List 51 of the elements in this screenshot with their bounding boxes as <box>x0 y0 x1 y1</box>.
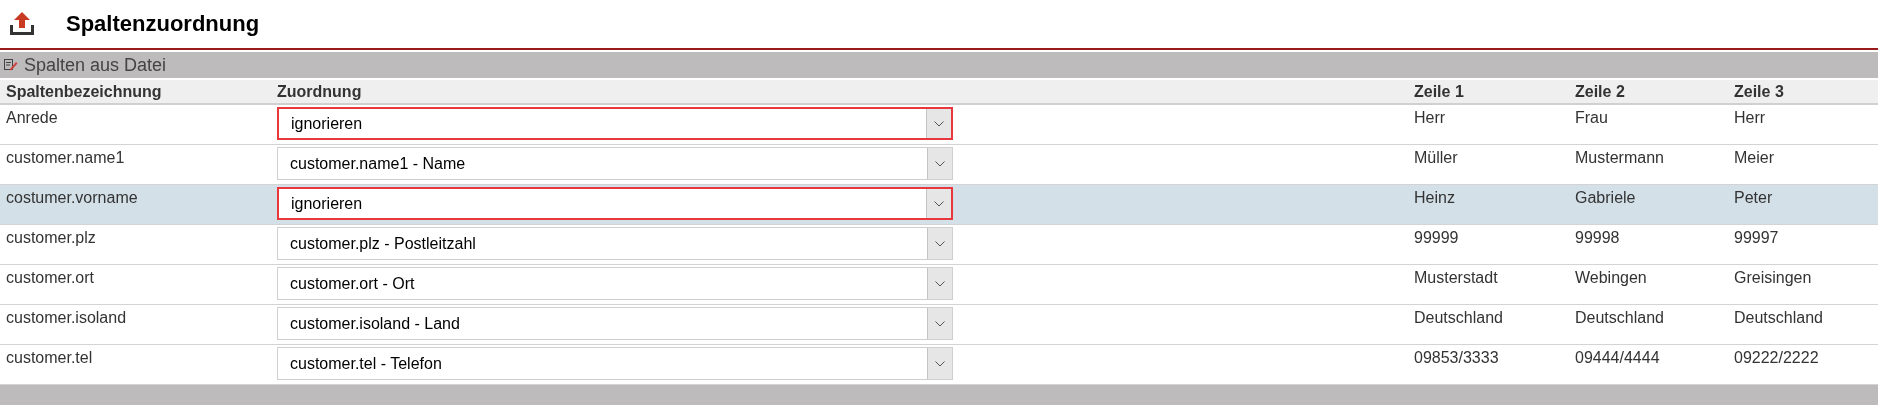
dropdown[interactable]: ignorieren <box>277 187 953 220</box>
table-cell: Greisingen <box>1734 269 1812 286</box>
table-cell: 99997 <box>1734 229 1779 246</box>
dropdown[interactable]: customer.plz - Postleitzahl <box>277 227 953 260</box>
section-title: Spalten aus Datei <box>24 54 167 76</box>
table-cell: Meier <box>1734 149 1774 166</box>
table-cell: Müller <box>1414 149 1458 166</box>
table-cell: Frau <box>1575 109 1608 126</box>
chevron-down-icon <box>935 240 945 247</box>
table-cell: Deutschland <box>1734 309 1823 326</box>
chevron-down-icon <box>934 200 944 207</box>
table-cell: Heinz <box>1414 189 1455 206</box>
column-header: Zeile 3 <box>1734 82 1784 100</box>
table-cell: 99999 <box>1414 229 1459 246</box>
chevron-down-icon <box>935 360 945 367</box>
table-cell: Deutschland <box>1414 309 1503 326</box>
dropdown[interactable]: ignorieren <box>277 107 953 140</box>
table-cell: 09222/2222 <box>1734 349 1819 366</box>
table-cell: 09444/4444 <box>1575 349 1660 366</box>
chevron-down-icon <box>935 280 945 287</box>
table-cell: Webingen <box>1575 269 1647 286</box>
table-cell: costumer.vorname <box>6 189 138 206</box>
table-cell: Herr <box>1734 109 1766 126</box>
table-cell: Herr <box>1414 109 1446 126</box>
table-cell: customer.ort <box>6 269 95 286</box>
table-cell: 99998 <box>1575 229 1620 246</box>
column-header: Zeile 1 <box>1414 82 1464 100</box>
column-header: Zuordnung <box>277 82 362 100</box>
dropdown[interactable]: customer.name1 - Name <box>277 147 953 180</box>
table-cell: Musterstadt <box>1414 269 1498 286</box>
edit-icon <box>4 59 18 71</box>
table-cell: customer.name1 <box>6 149 125 166</box>
table-cell: Deutschland <box>1575 309 1664 326</box>
table-cell: Anrede <box>6 109 58 126</box>
dropdown[interactable]: customer.isoland - Land <box>277 307 953 340</box>
table-cell: Mustermann <box>1575 149 1664 166</box>
table-cell: customer.plz <box>6 229 96 246</box>
chevron-down-icon <box>934 120 944 127</box>
chevron-down-icon <box>935 160 945 167</box>
table-cell: customer.isoland <box>6 309 127 326</box>
dropdown[interactable]: customer.tel - Telefon <box>277 347 953 380</box>
column-header: Spaltenbezeichnung <box>6 82 162 100</box>
upload-icon <box>8 11 36 37</box>
table-cell: 09853/3333 <box>1414 349 1499 366</box>
table-cell: customer.tel <box>6 349 93 366</box>
chevron-down-icon <box>935 320 945 327</box>
page-title: Spaltenzuordnung <box>66 11 260 37</box>
column-header: Zeile 2 <box>1575 82 1625 100</box>
table-cell: Peter <box>1734 189 1773 206</box>
dropdown[interactable]: customer.ort - Ort <box>277 267 953 300</box>
table-cell: Gabriele <box>1575 189 1636 206</box>
